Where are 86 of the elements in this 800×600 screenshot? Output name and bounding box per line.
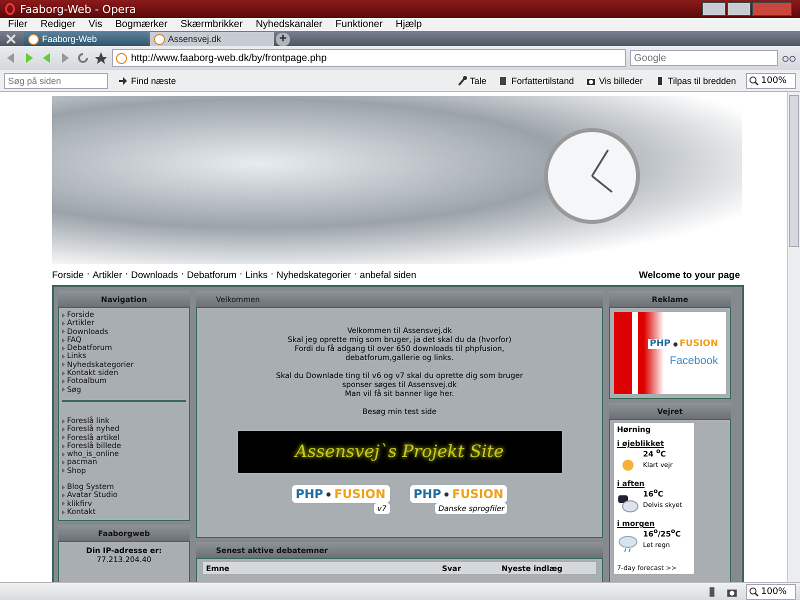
link-separator: · [240, 270, 242, 281]
tab[interactable]: Faaborg-Web [24, 32, 148, 46]
bullet-icon [62, 468, 65, 474]
scrollbar[interactable] [787, 92, 800, 582]
nav-link[interactable]: Forside [52, 270, 84, 281]
o-logo-icon [4, 3, 16, 15]
bullet-icon [62, 354, 65, 360]
ad-text: Facebook [668, 355, 720, 367]
menu-item[interactable]: Skærmbrikker [180, 19, 243, 30]
menu-item[interactable]: Vis [88, 19, 102, 30]
tools-icon[interactable] [4, 33, 18, 45]
bullet-icon [62, 452, 65, 457]
menu-item[interactable]: Rediger [40, 19, 76, 30]
bullet-icon [62, 435, 65, 440]
logo-text: PHP [296, 487, 324, 501]
project-banner[interactable]: Assensvej`s Projekt Site [238, 431, 562, 473]
zoom-field[interactable]: 100% [746, 584, 796, 600]
favicon-icon [28, 34, 39, 44]
reload-icon[interactable] [76, 51, 90, 65]
menu-item[interactable]: Bogmærker [115, 19, 168, 30]
maximize-button[interactable] [727, 2, 751, 16]
new-tab-button[interactable] [276, 33, 290, 46]
nav-link[interactable]: Links [245, 270, 268, 281]
window-title: Faaborg-Web - Opera [20, 2, 136, 16]
favicon-icon [154, 34, 165, 44]
nav-link[interactable]: Artikler [92, 270, 122, 281]
bullet-icon [62, 426, 65, 432]
dot-icon [672, 342, 678, 346]
logo-text: FUSION [680, 339, 718, 349]
logo-text: FUSION [334, 487, 386, 501]
microphone-icon [456, 76, 467, 86]
bullet-icon [62, 460, 65, 466]
dot-icon [444, 492, 450, 496]
bullet-icon [62, 492, 65, 498]
arrow-icon [118, 76, 128, 86]
document-icon [498, 76, 508, 86]
toolbar-button[interactable]: Tilpas til bredden [652, 74, 738, 86]
link-separator: · [270, 270, 274, 281]
toolbar-button[interactable]: Vis billeder [584, 74, 645, 86]
logo-text: FUSION [452, 487, 504, 501]
logo-badge[interactable]: PHP FUSION [292, 485, 390, 503]
toolbar-button[interactable]: Forfattertilstand [496, 74, 576, 86]
bullet-icon [62, 387, 65, 392]
bullet-icon [62, 501, 65, 506]
menu-item[interactable]: Nyhedskanaler [256, 19, 322, 30]
bullet-icon [62, 329, 65, 334]
bullet-icon [62, 320, 65, 326]
magnifier-icon [749, 586, 759, 596]
logo-text: PHP [414, 487, 442, 501]
link-separator: · [125, 270, 128, 281]
bullet-icon [62, 312, 65, 318]
magnifier-icon [749, 76, 759, 86]
nav-link[interactable]: anbefal siden [360, 270, 416, 281]
link-separator: · [86, 270, 90, 281]
link-separator: · [181, 270, 184, 281]
logo-badge[interactable]: PHP FUSION [410, 485, 508, 503]
plus-icon [279, 34, 287, 42]
ad-banner[interactable]: PHP FUSION Facebook [614, 312, 726, 394]
bullet-icon [62, 370, 65, 376]
bullet-icon [62, 418, 65, 424]
bullet-icon [62, 346, 65, 351]
bullet-icon [62, 338, 65, 343]
nav-link[interactable]: Downloads [131, 270, 178, 281]
bullet-icon [62, 484, 65, 490]
menu-item[interactable]: Filer [8, 19, 28, 30]
find-next-button[interactable]: Find næste [116, 74, 178, 86]
find-field[interactable]: Søg på siden [4, 72, 108, 88]
menu-item[interactable]: Funktioner [335, 19, 383, 30]
dot-icon [326, 492, 332, 496]
address-field[interactable]: http://www.faaborg-web.dk/by/frontpage.php [112, 49, 626, 67]
bullet-icon [62, 510, 65, 515]
star-icon[interactable] [94, 51, 108, 65]
minimize-button[interactable] [702, 2, 726, 16]
nav-link[interactable]: Nyhedskategorier [276, 270, 351, 281]
menu-item[interactable]: Hjælp [396, 19, 422, 30]
bullet-icon [62, 362, 65, 368]
logo-text: PHP [650, 339, 671, 349]
tab[interactable]: Assensvej.dk [150, 32, 274, 46]
link-separator: · [354, 270, 357, 281]
zoom-field[interactable]: 100% [746, 72, 796, 88]
welcome-text: Welcome to your page [638, 270, 740, 281]
bullet-icon [62, 379, 65, 384]
bullet-icon [62, 444, 65, 448]
search-field[interactable]: Google [630, 50, 778, 66]
toolbar-button[interactable]: Tale [454, 74, 488, 86]
nav-link[interactable]: Debatforum [186, 270, 237, 281]
